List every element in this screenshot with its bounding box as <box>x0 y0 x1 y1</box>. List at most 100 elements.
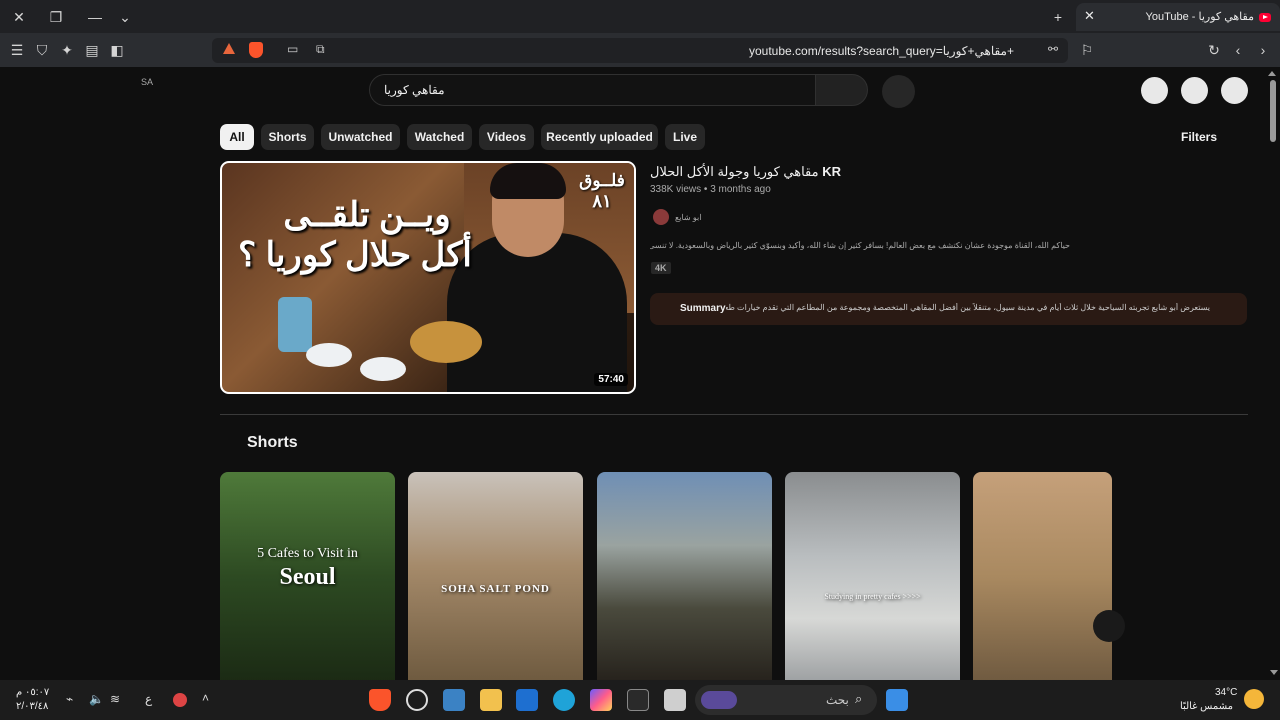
reload-icon[interactable]: ↻ <box>1205 41 1223 59</box>
brave-browser-icon[interactable] <box>369 689 391 711</box>
video-title-text: مقاهي كوريا وجولة الأكل الحلال <box>650 164 819 179</box>
volume-icon[interactable]: 🔈 <box>89 692 104 706</box>
chip-all[interactable]: All <box>220 124 254 150</box>
video-title-suffix: KR <box>822 164 841 179</box>
network-tray-icon[interactable]: ⌁ <box>66 692 73 706</box>
shield-icon[interactable]: ⛉ <box>33 41 51 59</box>
tab-list-chevron-icon[interactable]: ⌄ <box>114 6 136 28</box>
thumb-plate <box>360 357 406 381</box>
weather-temperature[interactable]: 34°C <box>1215 687 1237 698</box>
language-indicator[interactable]: ع <box>145 692 152 706</box>
quality-badge: 4K <box>651 262 671 274</box>
translate-icon[interactable]: ⧉ <box>316 42 325 57</box>
thumbnail-title-line2: أكل حلال كوريا ؟ <box>238 236 472 274</box>
search-query-text: مقاهي كوريا <box>384 83 445 97</box>
youtube-page: SA مقاهي كوريا All Shorts Unwatched Watc… <box>0 67 1280 680</box>
video-age: 3 months ago <box>710 184 771 195</box>
short-overlay-text: SOHA SALT POND <box>441 583 550 595</box>
voice-search-button[interactable] <box>882 75 915 108</box>
thumbnail-episode-number: ٨١ <box>592 191 612 211</box>
youtube-favicon-icon <box>1259 13 1271 22</box>
create-button[interactable] <box>1141 77 1168 104</box>
thumb-noodle-bowl <box>410 321 482 363</box>
clock-time[interactable]: ٠٥:٠٧ م <box>16 687 49 698</box>
tab-manager-icon[interactable]: ▤ <box>83 41 101 59</box>
chip-recently-uploaded[interactable]: Recently uploaded <box>541 124 658 150</box>
short-card[interactable] <box>597 472 772 680</box>
browser-title-bar: ✕ ❐ — ⌄ + ✕ مقاهي كوريا - YouTube <box>0 0 1280 33</box>
menu-hamburger-icon[interactable]: ☰ <box>8 41 26 59</box>
video-thumbnail[interactable]: ويــن تلقــى أكل حلال كوريا ؟ فلــوق ٨١ … <box>220 161 636 394</box>
copilot-icon[interactable] <box>590 689 612 711</box>
file-explorer-icon[interactable] <box>480 689 502 711</box>
wifi-icon[interactable]: ≋ <box>110 692 120 706</box>
short-overlay-text: 5 Cafes to Visit in <box>257 546 358 561</box>
thumb-person-hair <box>490 163 566 199</box>
taskbar-search-input[interactable]: بحث ⌕ <box>695 685 877 715</box>
search-icon: ⌕ <box>855 691 863 706</box>
channel-avatar[interactable] <box>653 209 669 225</box>
video-duration: 57:40 <box>594 373 628 386</box>
minimize-window-icon[interactable]: — <box>84 6 106 28</box>
restore-window-icon[interactable]: ❐ <box>45 6 67 28</box>
short-card[interactable]: 5 Cafes to Visit in Seoul <box>220 472 395 680</box>
search-input[interactable]: مقاهي كوريا <box>369 74 816 106</box>
brave-rewards-icon[interactable] <box>223 43 235 54</box>
close-window-icon[interactable]: ✕ <box>8 6 30 28</box>
chip-unwatched[interactable]: Unwatched <box>321 124 400 150</box>
filters-button[interactable]: Filters <box>1181 130 1217 144</box>
video-views: 338K views <box>650 184 702 195</box>
summary-text: يستعرض أبو شايع تجربته السياحية خلال ثلا… <box>726 303 1210 312</box>
page-scrollbar[interactable] <box>1270 80 1276 142</box>
tray-overflow-chevron-icon[interactable]: ˄ <box>202 691 209 705</box>
app-window-icon[interactable] <box>664 689 686 711</box>
app-icon[interactable] <box>406 689 428 711</box>
tab-youtube[interactable]: ✕ مقاهي كوريا - YouTube <box>1076 3 1280 31</box>
sidebar-toggle-icon[interactable]: ◧ <box>108 41 126 59</box>
chip-live[interactable]: Live <box>665 124 705 150</box>
windows-start-icon[interactable] <box>886 689 908 711</box>
section-divider <box>220 414 1248 415</box>
chip-watched[interactable]: Watched <box>407 124 472 150</box>
site-settings-icon[interactable]: ⚯ <box>1048 42 1058 56</box>
search-button[interactable] <box>815 74 868 106</box>
search-highlight-icon <box>701 691 737 709</box>
channel-name[interactable]: ابو شايع <box>675 213 701 222</box>
chip-videos[interactable]: Videos <box>479 124 534 150</box>
thumb-plate <box>306 343 352 367</box>
brave-shields-icon[interactable] <box>249 42 263 58</box>
short-card[interactable]: Studying in pretty cafes >>>> <box>785 472 960 680</box>
clock-date[interactable]: ٢/٠٣/٤٨ <box>16 701 48 712</box>
tray-app-icon[interactable] <box>173 693 187 707</box>
scroll-down-arrow[interactable] <box>1270 670 1278 675</box>
cast-icon[interactable]: ▭ <box>287 42 298 56</box>
avatar[interactable] <box>1221 77 1248 104</box>
video-meta: 338K views • 3 months ago <box>650 184 771 195</box>
microsoft-store-icon[interactable] <box>443 689 465 711</box>
back-arrow-icon[interactable]: ‹ <box>1229 41 1247 59</box>
bookmark-icon[interactable]: ⚐ <box>1078 41 1096 59</box>
address-bar[interactable]: ▭ ⧉ youtube.com/results?search_query=مقا… <box>212 38 1068 63</box>
weather-sun-icon[interactable] <box>1244 689 1264 709</box>
new-tab-plus-icon[interactable]: + <box>1047 6 1069 28</box>
shorts-heading: Shorts <box>247 434 298 451</box>
mail-icon[interactable] <box>516 689 538 711</box>
shorts-next-button[interactable] <box>1093 610 1125 642</box>
region-code: SA <box>141 77 154 87</box>
short-card[interactable] <box>973 472 1112 680</box>
forward-arrow-icon[interactable]: › <box>1254 41 1272 59</box>
tab-close-icon[interactable]: ✕ <box>1084 8 1095 24</box>
extensions-puzzle-icon[interactable]: ✦ <box>58 41 76 59</box>
scroll-up-arrow[interactable] <box>1268 71 1276 76</box>
summary-label: Summary <box>680 303 726 314</box>
epic-games-icon[interactable] <box>627 689 649 711</box>
thumb-cup <box>278 297 312 352</box>
weather-condition[interactable]: مشمس غالبًا <box>1180 701 1233 712</box>
video-title[interactable]: مقاهي كوريا وجولة الأكل الحلال KR <box>650 164 841 180</box>
ai-summary-panel[interactable]: Summary يستعرض أبو شايع تجربته السياحية … <box>650 293 1247 325</box>
chip-shorts[interactable]: Shorts <box>261 124 314 150</box>
short-overlay-text: Seoul <box>279 564 336 590</box>
notifications-button[interactable] <box>1181 77 1208 104</box>
short-card[interactable]: SOHA SALT POND <box>408 472 583 680</box>
edge-browser-icon[interactable] <box>553 689 575 711</box>
